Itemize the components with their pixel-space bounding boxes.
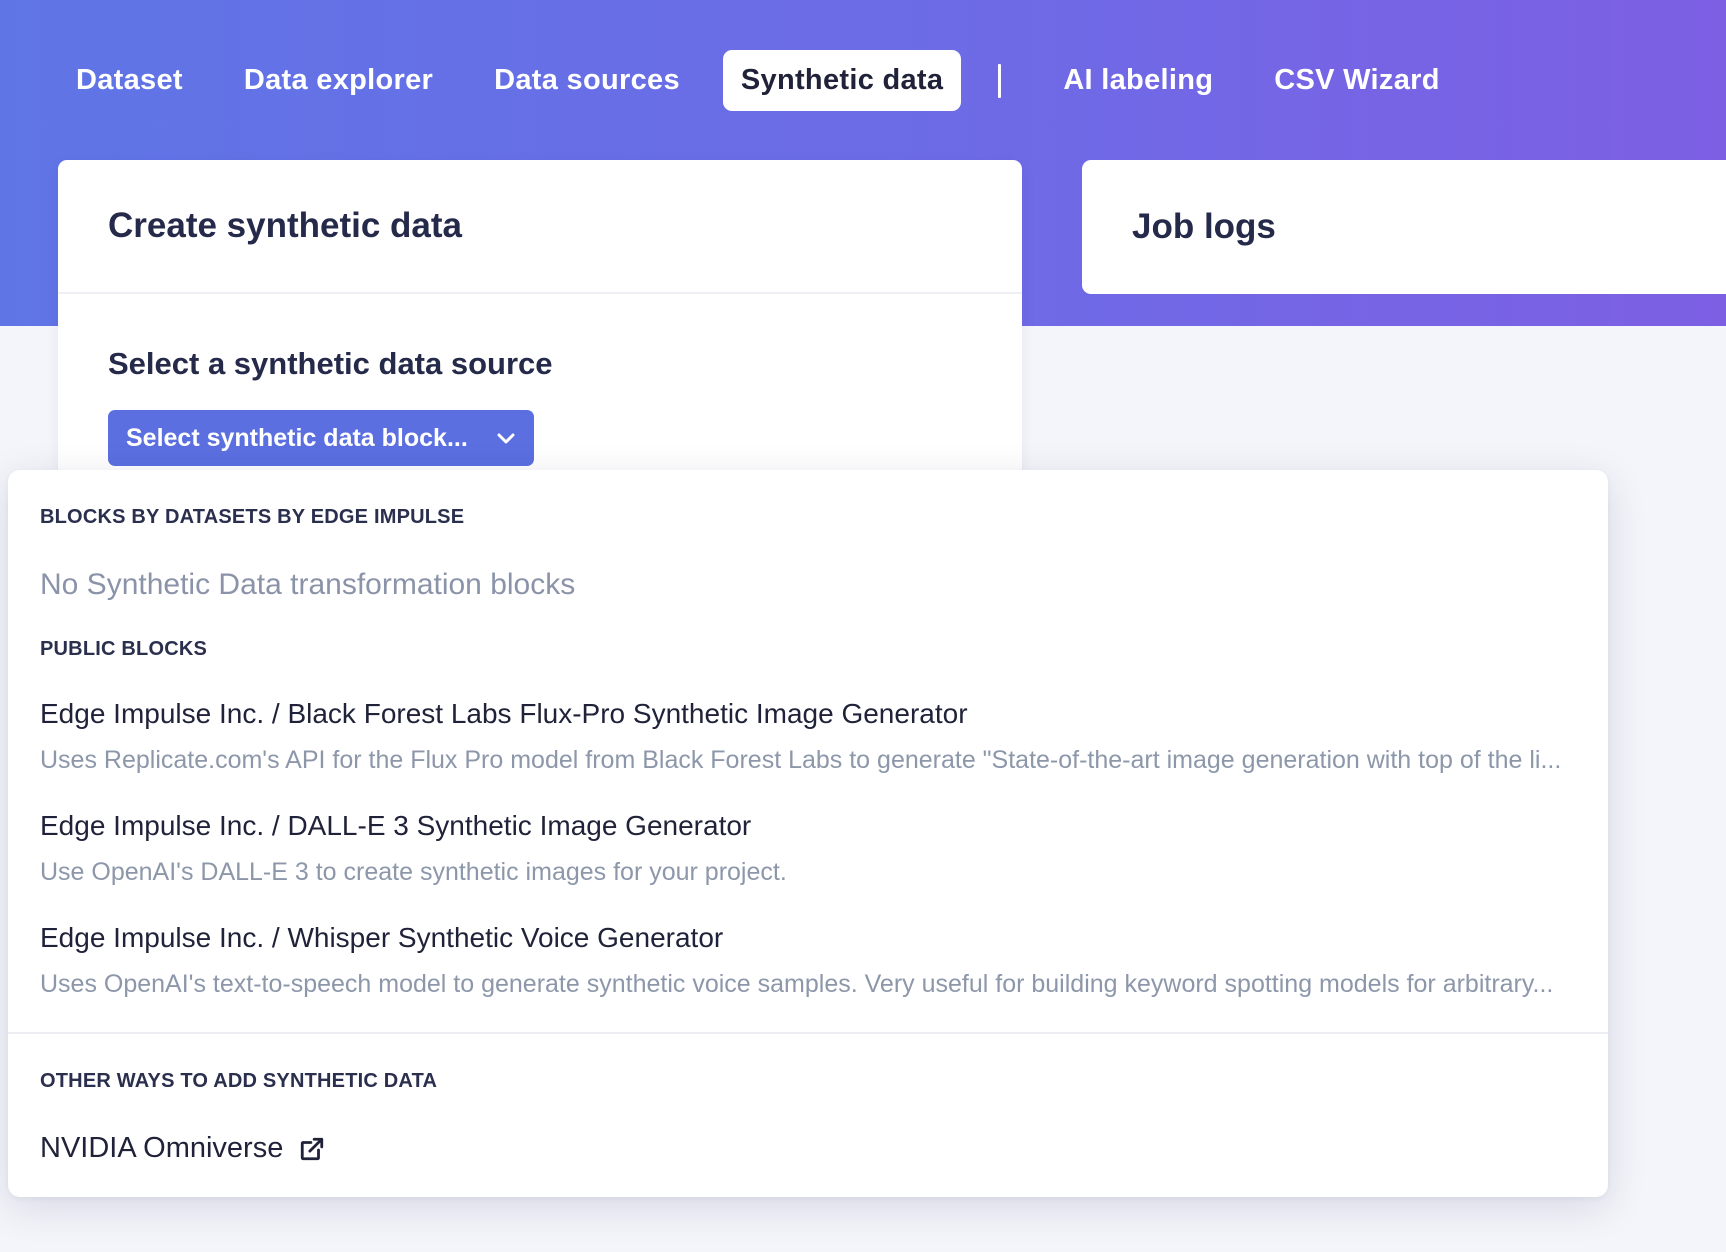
item-description: Uses OpenAI's text-to-speech model to ge…: [40, 970, 1554, 998]
item-description: Uses Replicate.com's API for the Flux Pr…: [40, 746, 1562, 774]
card-title: Job logs: [1132, 207, 1276, 246]
section-title: Select a synthetic data source: [108, 346, 553, 381]
synthetic-data-page: Dataset Data explorer Data sources Synth…: [0, 0, 1726, 1252]
synthetic-block-dropdown-menu: Blocks by Datasets by Edge Impulse No Sy…: [8, 470, 1608, 1197]
group-heading-other-ways: Other ways to add synthetic data: [40, 1070, 438, 1092]
card-header: Create synthetic data: [58, 160, 1022, 294]
tab-bar: Dataset Data explorer Data sources Synth…: [58, 50, 1483, 111]
dropdown-item-flux-pro[interactable]: Edge Impulse Inc. / Black Forest Labs Fl…: [40, 698, 1580, 775]
tab-data-explorer[interactable]: Data explorer: [226, 50, 451, 111]
job-logs-card: Job logs: [1082, 160, 1726, 294]
group-heading-datasets: Blocks by Datasets by Edge Impulse: [40, 506, 465, 528]
dropdown-item-dall-e-3[interactable]: Edge Impulse Inc. / DALL-E 3 Synthetic I…: [40, 810, 1580, 887]
dropdown-item-whisper[interactable]: Edge Impulse Inc. / Whisper Synthetic Vo…: [40, 922, 1580, 999]
tab-ai-labeling[interactable]: AI labeling: [1045, 50, 1231, 111]
item-title: Edge Impulse Inc. / Whisper Synthetic Vo…: [40, 922, 724, 953]
tab-separator: [998, 63, 1002, 98]
item-title: Edge Impulse Inc. / DALL-E 3 Synthetic I…: [40, 810, 752, 841]
nvidia-omniverse-link[interactable]: NVIDIA Omniverse: [40, 1132, 325, 1165]
empty-blocks-message: No Synthetic Data transformation blocks: [40, 568, 576, 601]
group-heading-public-blocks: Public blocks: [40, 638, 208, 660]
card-header: Job logs: [1082, 160, 1726, 294]
chevron-down-icon: [497, 433, 515, 444]
dropdown-divider: [8, 1032, 1608, 1034]
link-label: NVIDIA Omniverse: [40, 1132, 284, 1164]
tab-dataset[interactable]: Dataset: [58, 50, 201, 111]
tab-synthetic-data[interactable]: Synthetic data: [722, 50, 962, 111]
select-synthetic-data-block-button[interactable]: Select synthetic data block...: [108, 410, 534, 466]
item-title: Edge Impulse Inc. / Black Forest Labs Fl…: [40, 698, 968, 729]
item-description: Use OpenAI's DALL-E 3 to create syntheti…: [40, 858, 787, 886]
select-button-label: Select synthetic data block...: [126, 423, 468, 452]
external-link-icon: [301, 1137, 324, 1160]
tab-data-sources[interactable]: Data sources: [476, 50, 698, 111]
tab-csv-wizard[interactable]: CSV Wizard: [1256, 50, 1458, 111]
card-title: Create synthetic data: [108, 206, 463, 245]
